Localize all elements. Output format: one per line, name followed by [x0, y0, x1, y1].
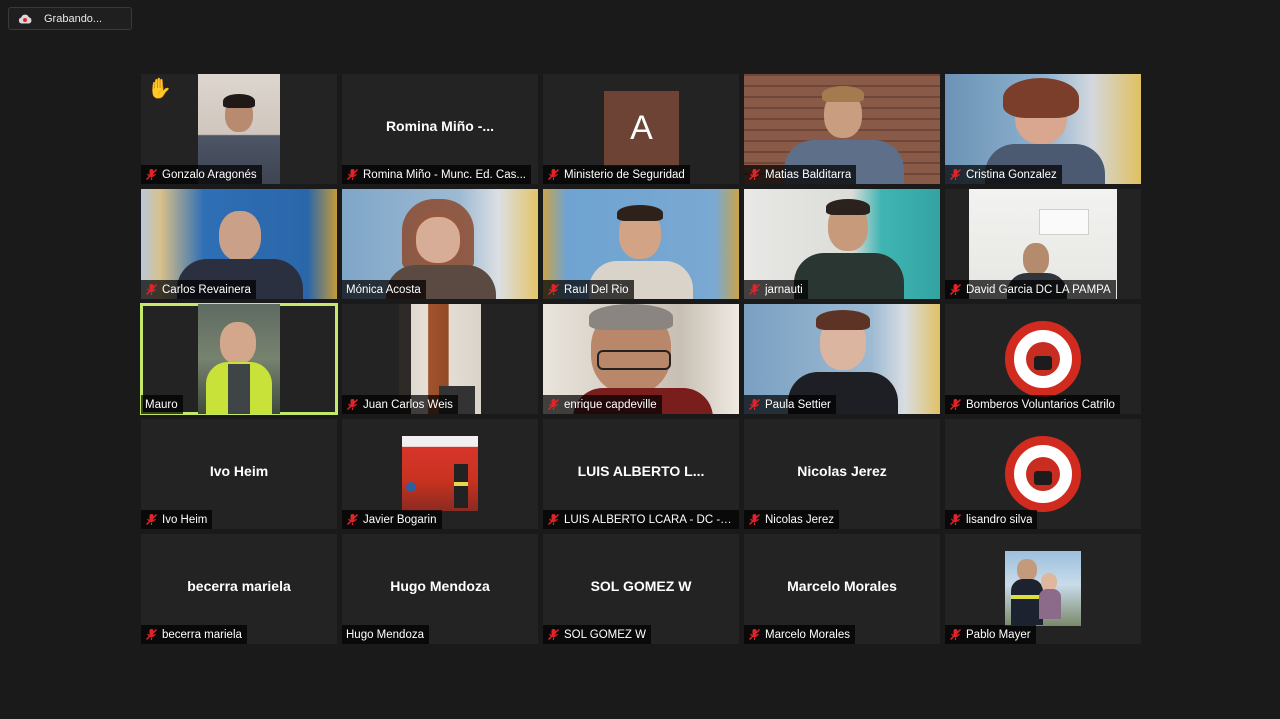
participant-display-name: Hugo Mendoza [390, 578, 490, 594]
name-label: Mauro [141, 395, 183, 414]
participant-tile[interactable]: Matias Balditarra [744, 74, 940, 184]
microphone-muted-icon [748, 513, 761, 526]
name-label: Gonzalo Aragonés [141, 165, 262, 184]
participant-display-name: Marcelo Morales [787, 578, 897, 594]
microphone-muted-icon [748, 168, 761, 181]
participant-tile[interactable]: Mónica Acosta [342, 189, 538, 299]
participant-tile[interactable]: Hugo Mendoza Hugo Mendoza [342, 534, 538, 644]
microphone-muted-icon [547, 283, 560, 296]
microphone-muted-icon [748, 398, 761, 411]
participant-display-name: Ivo Heim [209, 463, 269, 479]
participant-tile[interactable]: Paula Settier [744, 304, 940, 414]
participant-tile[interactable]: lisandro silva [945, 419, 1141, 529]
avatar: A [604, 91, 679, 166]
microphone-muted-icon [949, 168, 962, 181]
bomberos-logo [1005, 436, 1081, 512]
microphone-muted-icon [145, 628, 158, 641]
name-label: LUIS ALBERTO LCARA - DC - L... [543, 510, 739, 529]
participant-tile[interactable]: becerra mariela becerra mariela [141, 534, 337, 644]
name-label: SOL GOMEZ W [543, 625, 651, 644]
participant-tile[interactable]: Marcelo Morales Marcelo Morales [744, 534, 940, 644]
participant-tile[interactable]: enrique capdeville [543, 304, 739, 414]
name-label: Ministerio de Seguridad [543, 165, 690, 184]
participant-tile[interactable]: SOL GOMEZ W SOL GOMEZ W [543, 534, 739, 644]
microphone-muted-icon [547, 398, 560, 411]
participant-display-name: Nicolas Jerez [797, 463, 887, 479]
microphone-muted-icon [145, 513, 158, 526]
participant-tile[interactable]: jarnauti [744, 189, 940, 299]
name-label: Raul Del Rio [543, 280, 634, 299]
microphone-muted-icon [547, 628, 560, 641]
microphone-muted-icon [748, 628, 761, 641]
name-label: Bomberos Voluntarios Catrilo [945, 395, 1120, 414]
name-label: enrique capdeville [543, 395, 662, 414]
participant-tile[interactable]: Raul Del Rio [543, 189, 739, 299]
microphone-muted-icon [949, 283, 962, 296]
microphone-muted-icon [346, 398, 359, 411]
name-label: Paula Settier [744, 395, 836, 414]
name-label: Matias Balditarra [744, 165, 857, 184]
participant-tile-active-speaker[interactable]: Mauro [140, 303, 338, 415]
participant-video [198, 304, 280, 414]
name-label: Mónica Acosta [342, 280, 426, 299]
microphone-muted-icon [547, 168, 560, 181]
participant-tile[interactable]: Carlos Revainera [141, 189, 337, 299]
name-label: Cristina Gonzalez [945, 165, 1062, 184]
bomberos-logo [1005, 321, 1081, 397]
microphone-muted-icon [346, 168, 359, 181]
participant-display-name: becerra mariela [187, 578, 291, 594]
participant-display-name: SOL GOMEZ W [590, 578, 692, 594]
raised-hand-icon: ✋ [147, 78, 172, 100]
recording-label: Grabando... [44, 12, 103, 25]
recording-indicator[interactable]: Grabando... [8, 7, 132, 30]
name-label: Javier Bogarin [342, 510, 442, 529]
name-label: lisandro silva [945, 510, 1038, 529]
participant-tile[interactable]: Nicolas Jerez Nicolas Jerez [744, 419, 940, 529]
participant-tile[interactable]: Ivo Heim Ivo Heim [141, 419, 337, 529]
participant-tile[interactable]: ✋ Gonzalo Aragonés [141, 74, 337, 184]
participant-tile[interactable]: Bomberos Voluntarios Catrilo [945, 304, 1141, 414]
microphone-muted-icon [949, 398, 962, 411]
microphone-muted-icon [145, 283, 158, 296]
profile-picture [1005, 551, 1081, 626]
name-label: David Garcia DC LA PAMPA [945, 280, 1116, 299]
participant-tile[interactable]: Romina Miño -... Romina Miño - Munc. Ed.… [342, 74, 538, 184]
name-label: Nicolas Jerez [744, 510, 840, 529]
name-label: Romina Miño - Munc. Ed. Cas... [342, 165, 531, 184]
participant-tile[interactable]: David Garcia DC LA PAMPA [945, 189, 1141, 299]
microphone-muted-icon [547, 513, 560, 526]
microphone-muted-icon [949, 628, 962, 641]
name-label: Pablo Mayer [945, 625, 1036, 644]
participant-tile[interactable]: LUIS ALBERTO L... LUIS ALBERTO LCARA - D… [543, 419, 739, 529]
name-label: becerra mariela [141, 625, 247, 644]
participant-display-name: LUIS ALBERTO L... [577, 463, 705, 479]
profile-picture [402, 436, 478, 511]
name-label: Hugo Mendoza [342, 625, 429, 644]
name-label: jarnauti [744, 280, 808, 299]
microphone-muted-icon [145, 168, 158, 181]
name-label: Ivo Heim [141, 510, 213, 529]
name-label: Juan Carlos Weis [342, 395, 458, 414]
name-label: Carlos Revainera [141, 280, 256, 299]
name-label: Marcelo Morales [744, 625, 855, 644]
gallery-grid: ✋ Gonzalo Aragonés Romina Miño -... Romi… [140, 74, 1141, 644]
participant-tile[interactable]: Pablo Mayer [945, 534, 1141, 644]
participant-tile[interactable]: A Ministerio de Seguridad [543, 74, 739, 184]
participant-display-name: Romina Miño -... [385, 118, 495, 134]
participant-tile[interactable]: Juan Carlos Weis [342, 304, 538, 414]
microphone-muted-icon [748, 283, 761, 296]
participant-tile[interactable]: Javier Bogarin [342, 419, 538, 529]
microphone-muted-icon [346, 513, 359, 526]
participant-tile[interactable]: Cristina Gonzalez [945, 74, 1141, 184]
microphone-muted-icon [949, 513, 962, 526]
cloud-record-icon [18, 14, 32, 23]
